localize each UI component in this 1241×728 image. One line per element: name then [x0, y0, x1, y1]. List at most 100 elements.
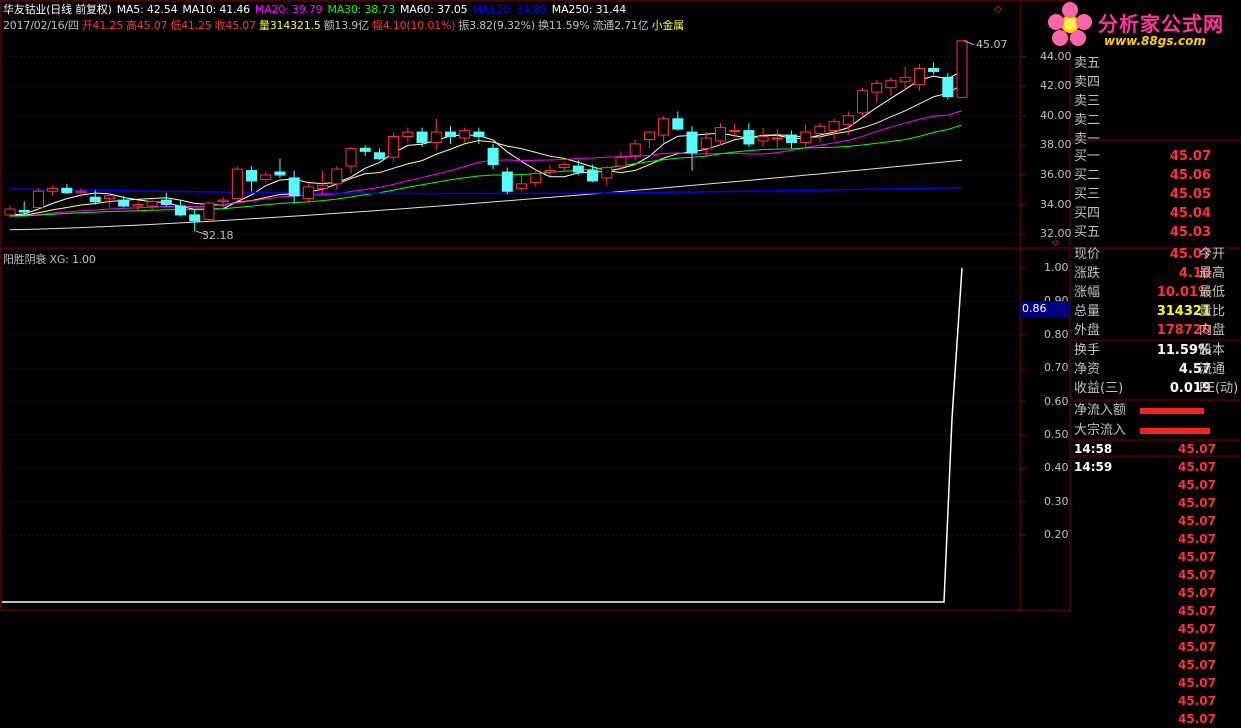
tick-row: 45.07 [1072, 710, 1241, 728]
price-axis-label: 38.00 [1040, 138, 1072, 152]
tick-price: 45.07 [1178, 586, 1216, 600]
orderbook-label: 买二 [1074, 168, 1101, 183]
candle-body-up [814, 125, 826, 135]
quote-row: 涨幅 10.01% 最低 [1072, 284, 1241, 302]
ma-legend-item: MA10: 41.46 [182, 3, 250, 16]
quote-label-secondary: 量比 [1199, 304, 1226, 319]
bar-detail-item: 流通2.71亿 [592, 19, 649, 32]
buy-level-2: 买二 45.06 [1072, 167, 1241, 185]
orderbook-price: 45.03 [1169, 225, 1211, 240]
tick-price: 45.07 [1178, 442, 1216, 456]
orderbook-price: 45.06 [1169, 168, 1211, 183]
indicator-axis-label: 1.00 [1044, 261, 1069, 274]
bar-detail-item: 高45.07 [126, 19, 168, 32]
candle-body-down [89, 196, 101, 203]
indicator-axis-label: 0.60 [1044, 394, 1069, 408]
orderbook-label: 卖四 [1074, 75, 1101, 90]
high-mark-label: 45.07 [976, 38, 1008, 51]
orderbook-price: 45.07 [1169, 149, 1211, 164]
quote-label-secondary: 最高 [1199, 266, 1226, 281]
flower-logo-icon [1048, 2, 1092, 46]
orderbook-label: 买四 [1074, 206, 1101, 221]
candle-body-up [714, 127, 726, 142]
candle-body-down [686, 131, 698, 154]
tick-price: 45.07 [1178, 550, 1216, 564]
ma10-line [9, 84, 963, 217]
tick-row: 45.07 [1072, 512, 1241, 530]
tick-row: 45.07 [1072, 476, 1241, 494]
ma120-line [9, 186, 963, 195]
bar-detail-item: 开41.25 [81, 19, 124, 32]
quote-label-secondary: 今开 [1199, 247, 1226, 262]
indicator-axis-label: 0.20 [1044, 528, 1069, 542]
candle-body-up [103, 195, 115, 200]
finance-label: 净资 [1074, 362, 1101, 377]
quote-label: 涨幅 [1074, 285, 1101, 300]
candle-body-down [487, 147, 499, 166]
sell-level-4: 卖四 [1072, 74, 1241, 92]
candle-body-down [359, 147, 371, 152]
tick-price: 45.07 [1178, 568, 1216, 582]
flow-label: 净流入额 [1074, 403, 1127, 418]
ma-legend-item: MA20: 39.79 [254, 3, 323, 16]
candle-body-up [913, 67, 925, 86]
indicator-cursor-value: 0.86 [1020, 301, 1070, 317]
quote-row: 外盘 178720 内盘 [1072, 322, 1241, 340]
top-right-toggle-icon[interactable]: ◇ [994, 4, 1002, 15]
candle-body-down [473, 131, 485, 138]
ma-legend-item: MA120: 34.88 [472, 3, 547, 16]
buy-level-1: 买一 45.07 [1072, 148, 1241, 166]
finance-label-secondary: 股本 [1199, 343, 1226, 358]
candle-body-down [373, 152, 385, 160]
flow-bar [1140, 428, 1210, 434]
candle-body-down [189, 214, 201, 222]
candle-body-up [530, 173, 542, 183]
sell-level-5: 卖五 [1072, 55, 1241, 73]
candle-body-down [501, 171, 513, 192]
site-logo: 分析家公式网 www.88gs.com [1040, 0, 1241, 50]
candle-body-up [800, 131, 812, 143]
orderbook-label: 买一 [1074, 149, 1101, 164]
candle-body-up [899, 76, 911, 83]
quote-label: 涨跌 [1074, 266, 1101, 281]
ma60-line [9, 159, 963, 231]
candle-body-up [658, 118, 670, 136]
candle-body-up [629, 143, 641, 157]
low-mark-label: 32.18 [202, 229, 234, 242]
logo-url: www.88gs.com [1104, 34, 1206, 48]
mid-right-toggle-icon[interactable]: ◇ [1052, 238, 1059, 248]
ma-legend: MA5: 42.54 MA10: 41.46 MA20: 39.79 MA30: 38… [117, 3, 631, 16]
candle-body-down [416, 131, 428, 143]
tick-price: 45.07 [1178, 496, 1216, 510]
finance-row: 换手 11.59% 股本 [1072, 342, 1241, 360]
stock-title[interactable]: 华友钴业(日线 前复权) [3, 3, 112, 16]
candle-body-down [942, 76, 954, 98]
tick-row: 45.07 [1072, 602, 1241, 620]
quote-label: 总量 [1074, 304, 1101, 319]
candle-body-down [928, 67, 940, 72]
candle-body-down [785, 134, 797, 143]
candle-body-up [643, 131, 655, 140]
stock-info-line: 华友钴业(日线 前复权) MA5: 42.54 MA10: 41.46 MA20: 3… [3, 1, 636, 17]
flow-label: 大宗流入 [1074, 423, 1127, 438]
quote-row: 总量 314321 量比 [1072, 303, 1241, 321]
orderbook-label: 卖五 [1074, 56, 1101, 71]
tick-row: 45.07 [1072, 494, 1241, 512]
candle-body-up [203, 202, 215, 220]
bar-detail-item: 额13.9亿 [323, 19, 369, 32]
sell-level-1: 卖一 [1072, 131, 1241, 149]
ma-legend-item: MA30: 38.73 [327, 3, 395, 16]
candle-body-up [132, 204, 144, 207]
candle-body-up [75, 190, 87, 194]
candle-body-up [601, 167, 613, 179]
candle-body-up [32, 190, 44, 209]
tick-price: 45.07 [1178, 460, 1216, 474]
candle-body-up [544, 170, 556, 173]
tick-time: 14:59 [1074, 460, 1113, 474]
price-axis-label: 36.00 [1040, 167, 1072, 181]
candle-body-up [302, 186, 314, 200]
price-axis-label: 42.00 [1040, 79, 1072, 93]
tick-row: 45.07 [1072, 692, 1241, 710]
indicator-axis-label: 0.70 [1044, 361, 1069, 375]
orderbook-label: 卖一 [1074, 132, 1101, 147]
